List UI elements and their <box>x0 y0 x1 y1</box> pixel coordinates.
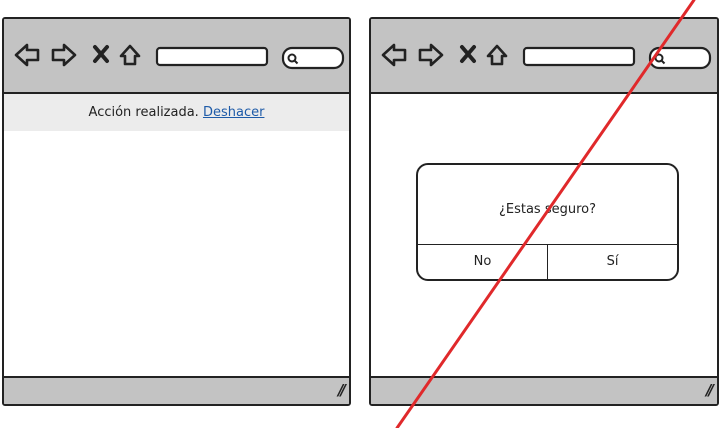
notification-message: Acción realizada. <box>88 105 199 120</box>
undo-link[interactable]: Deshacer <box>203 105 264 120</box>
back-arrow-icon[interactable] <box>381 43 407 67</box>
status-bar: // <box>4 376 349 404</box>
dialog-message: ¿Estas seguro? <box>498 202 597 217</box>
resize-grip-icon[interactable]: // <box>706 381 714 399</box>
browser-mockup-undo: Acción realizada. Deshacer // <box>2 17 351 406</box>
home-icon[interactable] <box>119 44 141 66</box>
home-icon[interactable] <box>486 44 508 66</box>
dialog-button-row: No Sí <box>418 244 677 279</box>
search-field[interactable] <box>648 46 712 70</box>
address-bar[interactable] <box>522 46 636 67</box>
yes-button[interactable]: Sí <box>548 245 677 279</box>
forward-arrow-icon[interactable] <box>51 43 77 67</box>
resize-grip-icon[interactable]: // <box>338 381 346 399</box>
browser-toolbar <box>4 19 349 94</box>
address-bar[interactable] <box>155 46 269 67</box>
back-arrow-icon[interactable] <box>14 43 40 67</box>
no-button[interactable]: No <box>418 245 548 279</box>
browser-toolbar <box>371 19 717 94</box>
browser-mockup-confirm: ¿Estas seguro? No Sí // <box>369 17 719 406</box>
search-field[interactable] <box>281 46 345 70</box>
undo-notification-bar: Acción realizada. Deshacer <box>4 94 349 131</box>
stop-x-icon[interactable] <box>460 45 476 63</box>
forward-arrow-icon[interactable] <box>418 43 444 67</box>
status-bar: // <box>371 376 717 404</box>
stop-x-icon[interactable] <box>93 45 109 63</box>
confirm-dialog: ¿Estas seguro? No Sí <box>416 163 679 281</box>
